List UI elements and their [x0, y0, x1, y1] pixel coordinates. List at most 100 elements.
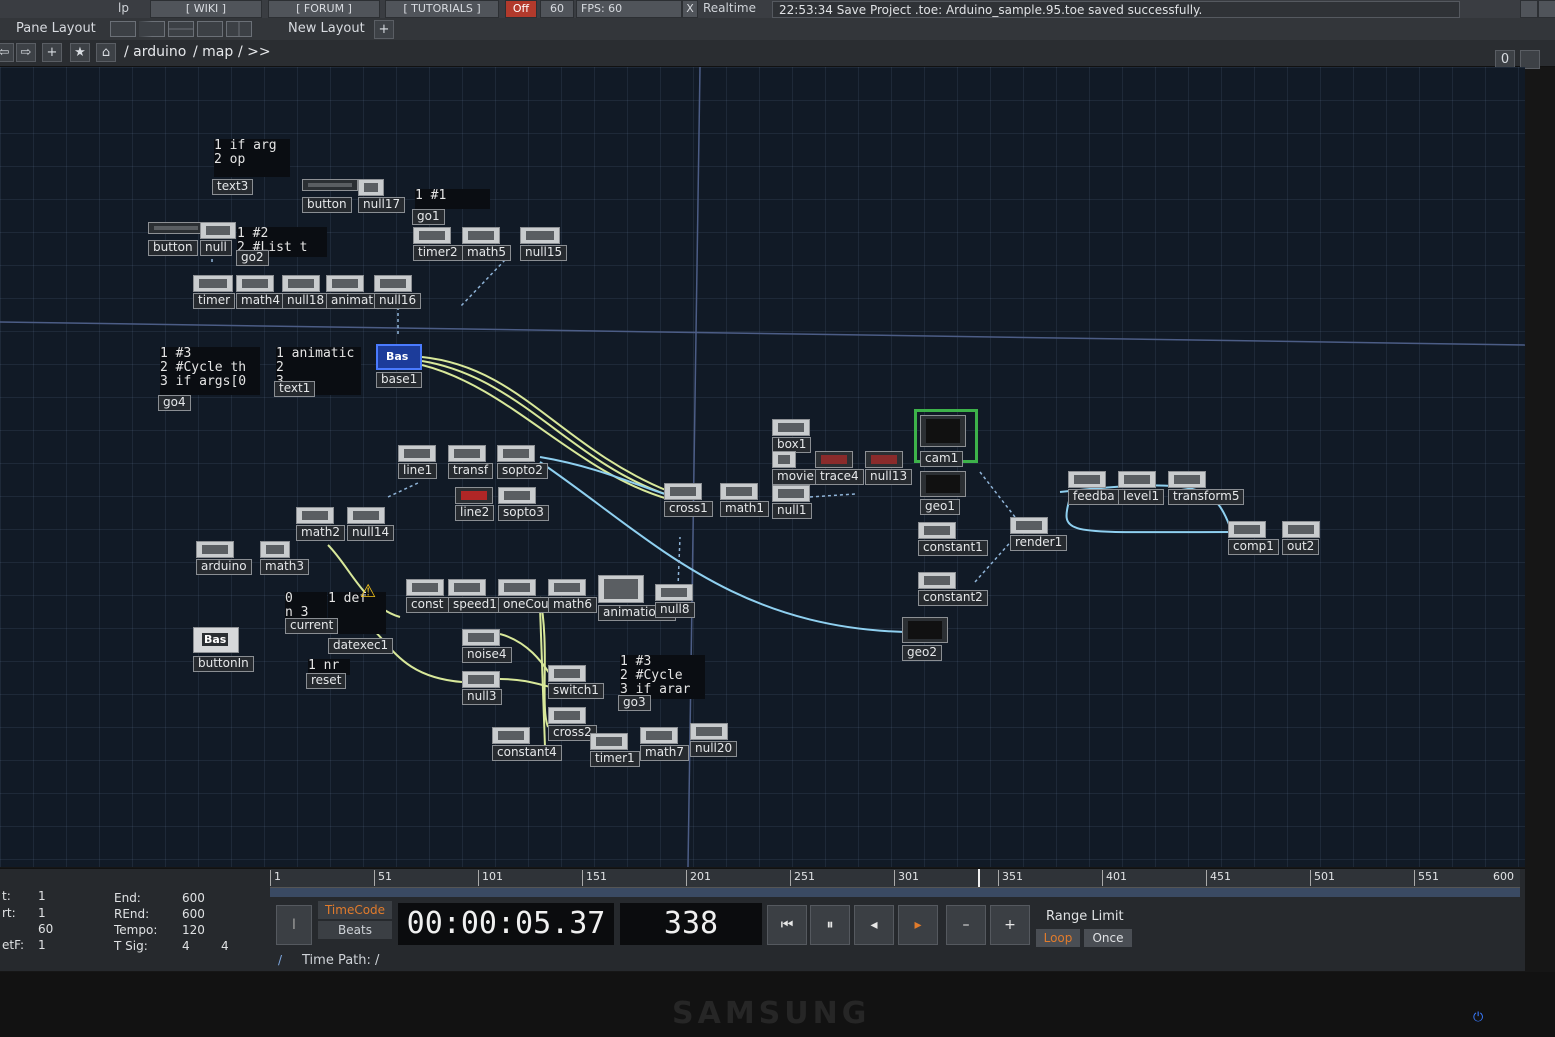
back-icon[interactable]: ⇦: [0, 43, 14, 62]
star-icon[interactable]: ★: [70, 43, 90, 62]
play-forward-icon[interactable]: ▸: [898, 905, 938, 945]
forum-link[interactable]: [ FORUM ]: [268, 0, 380, 18]
rstart-value[interactable]: 1: [38, 906, 46, 920]
node-line2[interactable]: line2: [455, 487, 501, 521]
node-feedback[interactable]: feedba: [1068, 471, 1120, 505]
node-reset[interactable]: reset: [306, 673, 358, 689]
node-math1[interactable]: math1: [720, 483, 770, 517]
node-sopto2[interactable]: sopto2: [497, 445, 559, 479]
resetf-value[interactable]: 1: [38, 938, 46, 952]
node-trace4[interactable]: trace4: [815, 451, 871, 485]
node-null14[interactable]: null14: [347, 507, 409, 541]
power-icon[interactable]: ⏻: [1473, 1010, 1483, 1025]
node-button-2[interactable]: button: [148, 222, 204, 256]
cook-off-toggle[interactable]: Off: [505, 0, 537, 18]
node-render1[interactable]: render1: [1010, 517, 1076, 551]
play-reverse-icon[interactable]: ◂: [854, 905, 894, 945]
rend-value[interactable]: 600: [182, 907, 205, 921]
node-math6[interactable]: math6: [548, 579, 600, 613]
breadcrumb-more[interactable]: / >>: [238, 44, 271, 60]
node-null1[interactable]: null1: [772, 485, 824, 519]
timecode-toggle[interactable]: TimeCode: [318, 901, 392, 919]
layout-four-pane-icon[interactable]: [226, 21, 252, 37]
node-level1[interactable]: level1: [1118, 471, 1172, 505]
timecode-display[interactable]: 00:00:05.37: [398, 903, 614, 945]
node-box1[interactable]: box1: [772, 419, 820, 453]
timeline-options-button[interactable]: I: [276, 905, 312, 945]
node-constant1[interactable]: constant1: [918, 522, 1004, 556]
node-cam1[interactable]: cam1: [920, 415, 970, 467]
tempo-value[interactable]: 120: [182, 923, 205, 937]
node-null8[interactable]: null8: [655, 584, 707, 618]
timeline-ruler[interactable]: 1 51 101 151 201 251 301 351 401 451 501…: [270, 869, 1520, 888]
node-cross1[interactable]: cross1: [664, 483, 716, 517]
node-go3[interactable]: go3: [618, 695, 702, 711]
node-go2[interactable]: go2: [236, 250, 324, 266]
step-forward-button[interactable]: +: [990, 905, 1030, 945]
node-button[interactable]: button: [302, 179, 358, 213]
node-math7[interactable]: math7: [640, 727, 690, 761]
node-null17[interactable]: null17: [358, 179, 410, 213]
start-value[interactable]: 1: [38, 889, 46, 903]
node-go4[interactable]: go4: [158, 395, 260, 411]
node-null3[interactable]: null3: [462, 671, 512, 705]
new-layout-label[interactable]: New Layout: [288, 21, 365, 36]
forward-icon[interactable]: ⇨: [16, 43, 36, 62]
layout-single-icon[interactable]: [110, 21, 136, 37]
add-icon[interactable]: +: [42, 43, 62, 62]
node-math3[interactable]: math3: [260, 541, 316, 575]
node-math5[interactable]: math5: [462, 227, 514, 261]
node-oneCou[interactable]: oneCou: [498, 579, 554, 613]
beats-toggle[interactable]: Beats: [318, 921, 392, 939]
node-current[interactable]: current: [285, 618, 351, 634]
node-null20[interactable]: null20: [690, 723, 748, 757]
node-go1[interactable]: go1: [412, 209, 486, 225]
home-icon[interactable]: ⌂: [96, 43, 116, 62]
node-constant2[interactable]: constant2: [918, 572, 1004, 606]
node-timer[interactable]: timer: [193, 275, 236, 309]
layout-split-horizontal-icon[interactable]: [168, 21, 194, 37]
node-datexec1[interactable]: datexec1: [328, 638, 402, 654]
node-math2[interactable]: math2: [296, 507, 345, 541]
node-speed1[interactable]: speed1: [448, 579, 502, 613]
restore-icon[interactable]: [1538, 0, 1555, 18]
realtime-checkbox[interactable]: X: [682, 0, 698, 18]
node-arduino[interactable]: arduino: [196, 541, 258, 575]
layout-three-pane-icon[interactable]: [197, 21, 223, 37]
node-buttonIn[interactable]: Bas buttonIn: [193, 627, 269, 673]
node-line1[interactable]: line1: [398, 445, 442, 479]
fps-value[interactable]: 60: [38, 922, 53, 936]
node-comp1[interactable]: comp1: [1228, 521, 1280, 555]
node-geo2[interactable]: geo2: [902, 617, 950, 663]
node-base1[interactable]: Bas base1: [376, 344, 428, 390]
node-text1[interactable]: text1: [274, 381, 354, 397]
node-out2[interactable]: out2: [1282, 521, 1326, 555]
node-timer1[interactable]: timer1: [590, 733, 646, 767]
frame-display[interactable]: 338: [620, 903, 762, 945]
layout-split-vertical-icon[interactable]: [139, 21, 165, 37]
node-switch1[interactable]: switch1: [548, 665, 612, 699]
end-value[interactable]: 600: [182, 891, 205, 905]
time-path[interactable]: Time Path: /: [302, 953, 379, 968]
tsig-value-1[interactable]: 4: [182, 939, 190, 953]
node-null16[interactable]: null16: [374, 275, 436, 309]
node-sopto3[interactable]: sopto3: [498, 487, 560, 521]
node-math4[interactable]: math4: [236, 275, 285, 309]
node-null13[interactable]: null13: [865, 451, 917, 485]
node-constant4[interactable]: constant4: [492, 727, 574, 761]
once-toggle[interactable]: Once: [1084, 929, 1132, 947]
node-null[interactable]: null: [200, 222, 236, 256]
help-menu[interactable]: lp: [118, 0, 129, 17]
wiki-link[interactable]: [ WIKI ]: [150, 0, 262, 18]
go-to-start-icon[interactable]: ⏮: [767, 905, 807, 945]
node-geo1[interactable]: geo1: [920, 471, 968, 517]
node-timer2[interactable]: timer2: [413, 227, 463, 261]
network-editor[interactable]: 1 if arg 2 op 1 #1 1 #2 2 #List t 1 #3 2 #C…: [0, 67, 1525, 867]
node-animat[interactable]: animat: [326, 275, 379, 309]
tsig-value-2[interactable]: 4: [221, 939, 229, 953]
breadcrumb-arduino[interactable]: / arduino: [124, 44, 186, 60]
step-back-button[interactable]: –: [946, 905, 986, 945]
node-transform5[interactable]: transform5: [1168, 471, 1258, 505]
add-layout-button[interactable]: +: [374, 20, 394, 39]
timeline-scrub-bar[interactable]: [270, 888, 1520, 897]
